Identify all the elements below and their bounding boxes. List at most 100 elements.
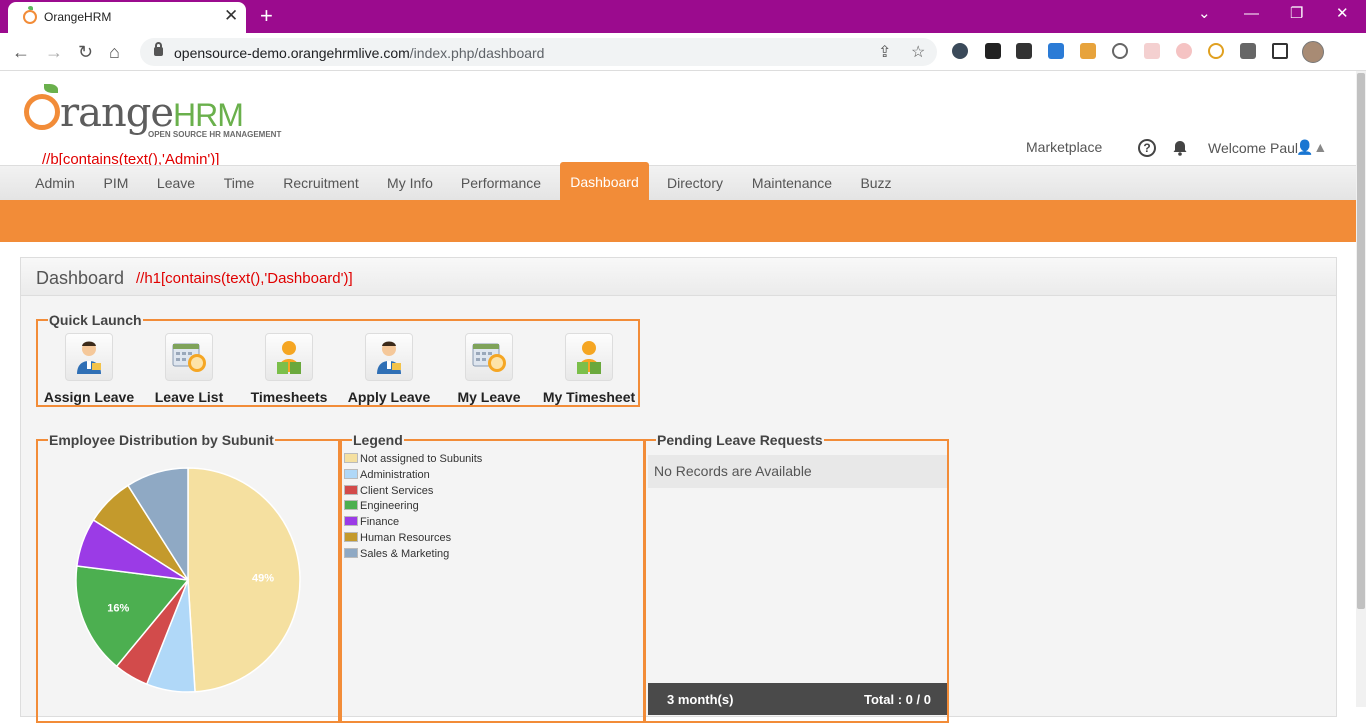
minimize-icon[interactable]: — xyxy=(1244,4,1259,24)
menu-item-performance[interactable]: Performance xyxy=(450,166,552,201)
legend-label: Finance xyxy=(360,516,400,529)
legend-box: Legend Not assigned to Subunits Administr… xyxy=(340,433,645,723)
marketplace-link[interactable]: Marketplace xyxy=(1026,139,1102,155)
quick-launch-my-leave[interactable]: My Leave xyxy=(439,333,539,405)
forward-icon[interactable]: → xyxy=(45,42,63,62)
side-panel-icon[interactable] xyxy=(1272,43,1288,59)
extension-icon-1[interactable] xyxy=(952,43,968,59)
extension-icon-5[interactable] xyxy=(1080,43,1096,59)
tab-title: OrangeHRM xyxy=(44,10,112,24)
pie-data-label-3: 16% xyxy=(107,603,129,615)
restore-icon[interactable]: ❐ xyxy=(1290,4,1303,24)
quick-launch-title: Quick Launch xyxy=(49,312,142,328)
quick-launch-label: My Timesheet xyxy=(542,389,636,405)
browser-tab-bar: OrangeHRM ✕ + ⌄ — ❐ ✕ xyxy=(0,0,1366,33)
extension-icon-6[interactable] xyxy=(1112,43,1128,59)
quick-launch-assign-leave[interactable]: Assign Leave xyxy=(39,333,139,405)
quick-launch-leave-list[interactable]: Leave List xyxy=(139,333,239,405)
pie-slice-0 xyxy=(187,467,301,693)
logo-leaf-icon xyxy=(44,84,58,93)
menu-item-buzz[interactable]: Buzz xyxy=(850,166,902,201)
quick-launch-timesheets[interactable]: Timesheets xyxy=(239,333,339,405)
legend-label: Not assigned to Subunits xyxy=(360,453,483,465)
pending-leave-title: Pending Leave Requests xyxy=(657,432,823,448)
xpath-annotation-dashboard: //h1[contains(text(),'Dashboard')] xyxy=(136,270,353,287)
menu-item-dashboard[interactable]: Dashboard xyxy=(560,162,649,201)
help-icon[interactable]: ? xyxy=(1138,139,1156,157)
distribution-title: Employee Distribution by Subunit xyxy=(49,432,274,448)
page-scrollbar[interactable] xyxy=(1356,71,1366,707)
pending-leave-box: Pending Leave Requests No Records are Av… xyxy=(644,433,949,723)
legend-title: Legend xyxy=(353,432,403,448)
period-label: 3 month(s) xyxy=(667,692,734,707)
legend-item: Not assigned to Subunits xyxy=(344,453,482,468)
extension-icon-2[interactable] xyxy=(985,43,1001,59)
home-icon[interactable]: ⌂ xyxy=(109,42,120,62)
legend-item: Client Services xyxy=(344,484,434,500)
pending-leave-footer: 3 month(s) Total : 0 / 0 xyxy=(648,683,947,715)
tab-close-icon[interactable]: ✕ xyxy=(224,6,238,26)
person-book-icon xyxy=(265,333,313,381)
calendar-clock-icon xyxy=(165,333,213,381)
tab-search-chevron-icon[interactable]: ⌄ xyxy=(1198,4,1211,24)
quick-launch-label: Apply Leave xyxy=(347,389,431,405)
menu-item-leave[interactable]: Leave xyxy=(146,166,206,201)
legend-label: Human Resources xyxy=(360,532,452,544)
extension-icon-8[interactable] xyxy=(1176,43,1192,59)
person-icon xyxy=(365,333,413,381)
menu-item-my-info[interactable]: My Info xyxy=(376,166,444,201)
legend-swatch xyxy=(344,547,358,558)
menu-item-maintenance[interactable]: Maintenance xyxy=(741,166,843,201)
back-icon[interactable]: ← xyxy=(12,42,30,62)
extension-icon-4[interactable] xyxy=(1048,43,1064,59)
window-close-icon[interactable]: ✕ xyxy=(1336,4,1349,24)
logo-orange-icon xyxy=(24,94,60,130)
orangehrm-favicon-icon xyxy=(23,6,37,24)
menu-item-pim[interactable]: PIM xyxy=(92,166,140,201)
legend-swatch xyxy=(344,468,358,479)
extension-icon-7[interactable] xyxy=(1144,43,1160,59)
url-field[interactable]: opensource-demo.orangehrmlive.com/index.… xyxy=(140,38,937,66)
user-dropdown-icon[interactable]: 👤▲ xyxy=(1296,139,1327,156)
new-tab-icon[interactable]: + xyxy=(260,4,273,28)
legend-swatch xyxy=(344,484,358,495)
extensions-puzzle-icon[interactable] xyxy=(1240,43,1256,59)
menu-item-admin[interactable]: Admin xyxy=(23,166,87,201)
extension-icon-9[interactable] xyxy=(1208,43,1224,59)
submenu-bar xyxy=(0,200,1356,242)
quick-launch-my-timesheet[interactable]: My Timesheet xyxy=(539,333,639,405)
browser-tab[interactable]: OrangeHRM ✕ xyxy=(8,2,246,33)
legend-swatch xyxy=(344,500,358,511)
page-title: Dashboard xyxy=(36,268,125,288)
legend-item: Engineering xyxy=(344,500,419,515)
logo-tagline: OPEN SOURCE HR MANAGEMENT xyxy=(148,130,282,139)
address-bar: ← → ↻ ⌂ opensource-demo.orangehrmlive.co… xyxy=(0,33,1366,71)
reload-icon[interactable]: ↻ xyxy=(78,42,93,62)
quick-launch-label: My Leave xyxy=(457,389,521,405)
share-icon[interactable]: ⇪ xyxy=(878,42,891,62)
menu-item-recruitment[interactable]: Recruitment xyxy=(272,166,370,201)
profile-avatar[interactable] xyxy=(1302,41,1324,63)
calendar-clock-icon xyxy=(465,333,513,381)
quick-launch-label: Leave List xyxy=(154,389,224,405)
pie-data-label-0: 49% xyxy=(252,573,274,585)
welcome-user-link[interactable]: Welcome Paul xyxy=(1208,140,1298,156)
scrollbar-thumb[interactable] xyxy=(1357,73,1365,609)
quick-launch-box: Quick Launch Assign Leave Leave List Tim… xyxy=(36,313,640,407)
selenium-extension-icon[interactable] xyxy=(1016,43,1032,59)
quick-launch-label: Assign Leave xyxy=(43,389,135,405)
person-icon xyxy=(65,333,113,381)
url-text: opensource-demo.orangehrmlive.com/index.… xyxy=(174,45,545,61)
menu-item-time[interactable]: Time xyxy=(212,166,266,201)
lock-icon[interactable] xyxy=(154,42,163,56)
dashboard-panel: Dashboard //h1[contains(text(),'Dashboar… xyxy=(20,257,1337,723)
legend-label: Sales & Marketing xyxy=(360,547,450,560)
legend-label: Client Services xyxy=(360,484,434,497)
notification-bell-icon[interactable] xyxy=(1172,140,1188,156)
main-menu: Admin PIM Leave Time Recruitment My Info… xyxy=(0,162,1356,201)
bookmark-star-icon[interactable]: ☆ xyxy=(911,42,925,62)
legend-swatch xyxy=(344,532,358,542)
menu-item-directory[interactable]: Directory xyxy=(656,166,734,201)
quick-launch-apply-leave[interactable]: Apply Leave xyxy=(339,333,439,405)
legend-item: Human Resources xyxy=(344,532,451,547)
